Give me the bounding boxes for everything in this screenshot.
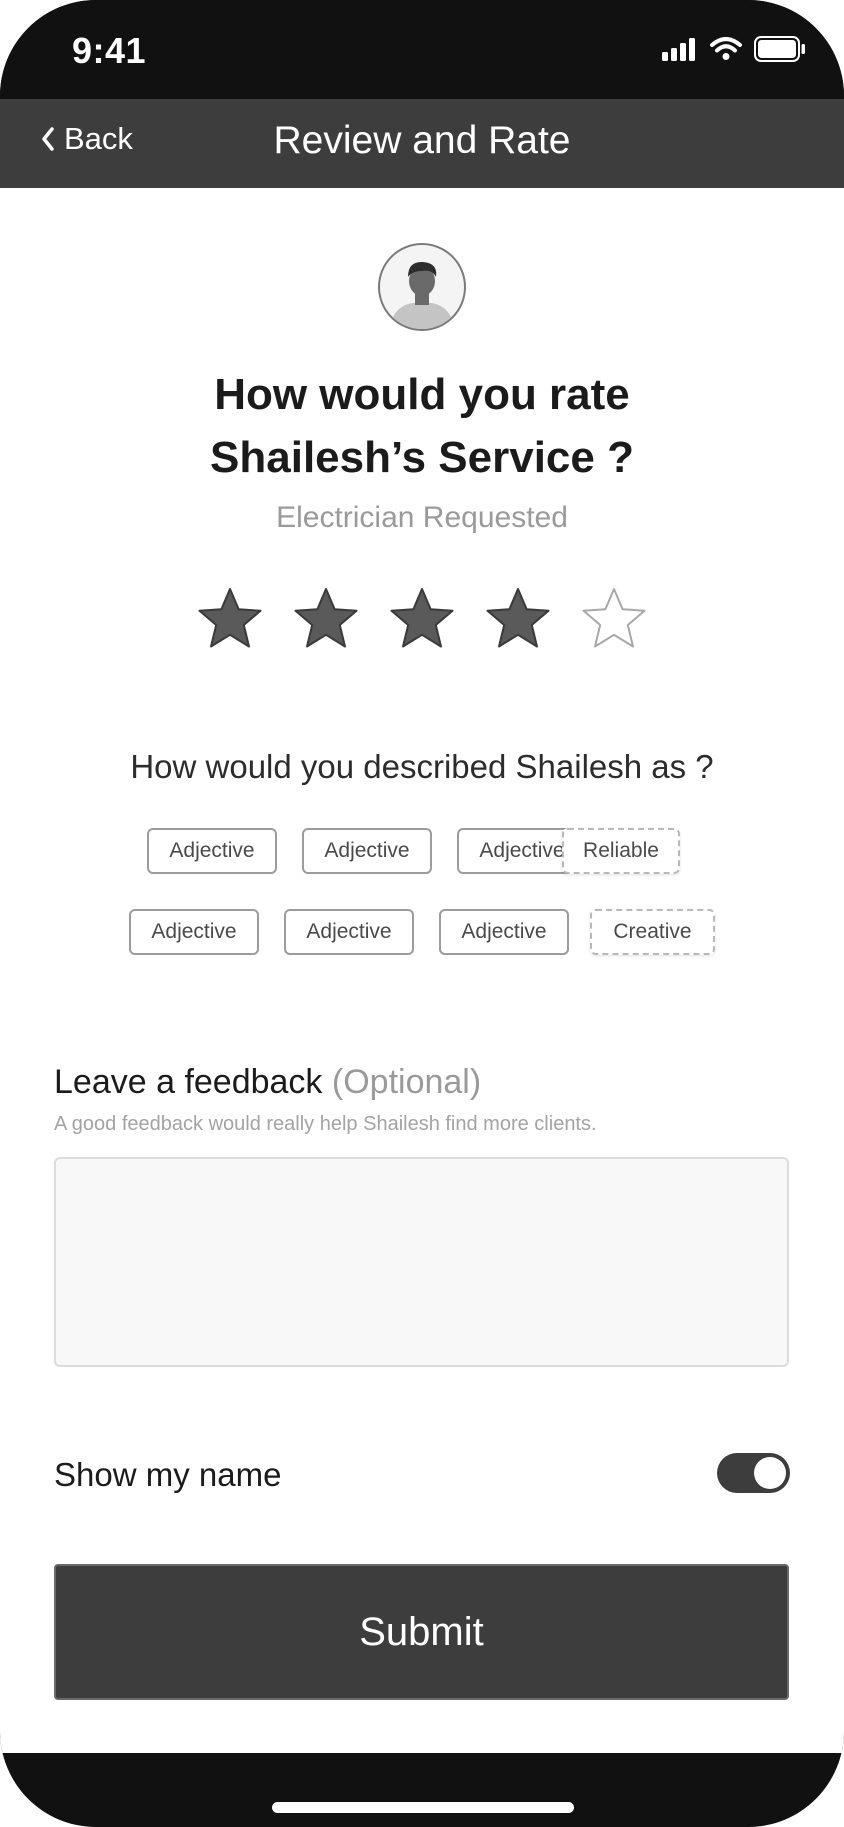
show-name-label: Show my name xyxy=(54,1456,282,1493)
feedback-title-label: Leave a feedback xyxy=(54,1063,323,1101)
feedback-optional-label: (Optional) xyxy=(331,1063,482,1101)
battery-icon xyxy=(754,36,805,62)
rating-question-line2: Shailesh’s Service ? xyxy=(210,433,634,482)
feedback-title: Leave a feedback (Optional) xyxy=(54,1063,481,1102)
adjective-chip-selected[interactable]: Creative xyxy=(590,909,715,955)
adjective-chip[interactable]: Adjective xyxy=(302,828,432,874)
review-content: How would you rate Shailesh’s Service ? … xyxy=(0,188,844,1753)
status-icons xyxy=(662,36,806,62)
adjective-chip[interactable]: Adjective xyxy=(284,909,414,955)
star-empty-icon[interactable] xyxy=(580,586,648,654)
show-name-toggle[interactable] xyxy=(717,1453,790,1493)
status-bar: 9:41 xyxy=(0,0,844,99)
feedback-hint: A good feedback would really help Shaile… xyxy=(54,1113,597,1135)
rating-question: How would you rate Shailesh’s Service ? xyxy=(0,363,844,489)
home-indicator xyxy=(272,1802,574,1813)
service-subtitle: Electrician Requested xyxy=(276,501,568,534)
submit-button[interactable]: Submit xyxy=(54,1564,789,1700)
user-avatar-icon xyxy=(378,243,466,331)
adjective-chip[interactable]: Adjective xyxy=(439,909,569,955)
star-filled-icon[interactable] xyxy=(388,586,456,654)
status-time: 9:41 xyxy=(72,30,147,71)
nav-bar: Back Review and Rate xyxy=(0,99,844,188)
adjective-chip[interactable]: Adjective xyxy=(129,909,259,955)
wifi-icon xyxy=(710,37,742,60)
rating-question-line1: How would you rate xyxy=(214,370,630,419)
signal-icon xyxy=(662,38,695,61)
describe-question: How would you described Shailesh as ? xyxy=(130,748,714,785)
adjective-chip-selected[interactable]: Reliable xyxy=(562,828,680,874)
star-filled-icon[interactable] xyxy=(196,586,264,654)
phone-frame: 9:41 Back Review and Rate How would you … xyxy=(0,0,844,1827)
feedback-textarea[interactable] xyxy=(54,1157,789,1367)
toggle-knob xyxy=(754,1457,786,1489)
screen: 9:41 Back Review and Rate How would you … xyxy=(0,0,844,1827)
star-rating xyxy=(0,586,844,654)
adjective-chip[interactable]: Adjective xyxy=(147,828,277,874)
page-title: Review and Rate xyxy=(273,119,571,162)
star-filled-icon[interactable] xyxy=(484,586,552,654)
star-filled-icon[interactable] xyxy=(292,586,360,654)
